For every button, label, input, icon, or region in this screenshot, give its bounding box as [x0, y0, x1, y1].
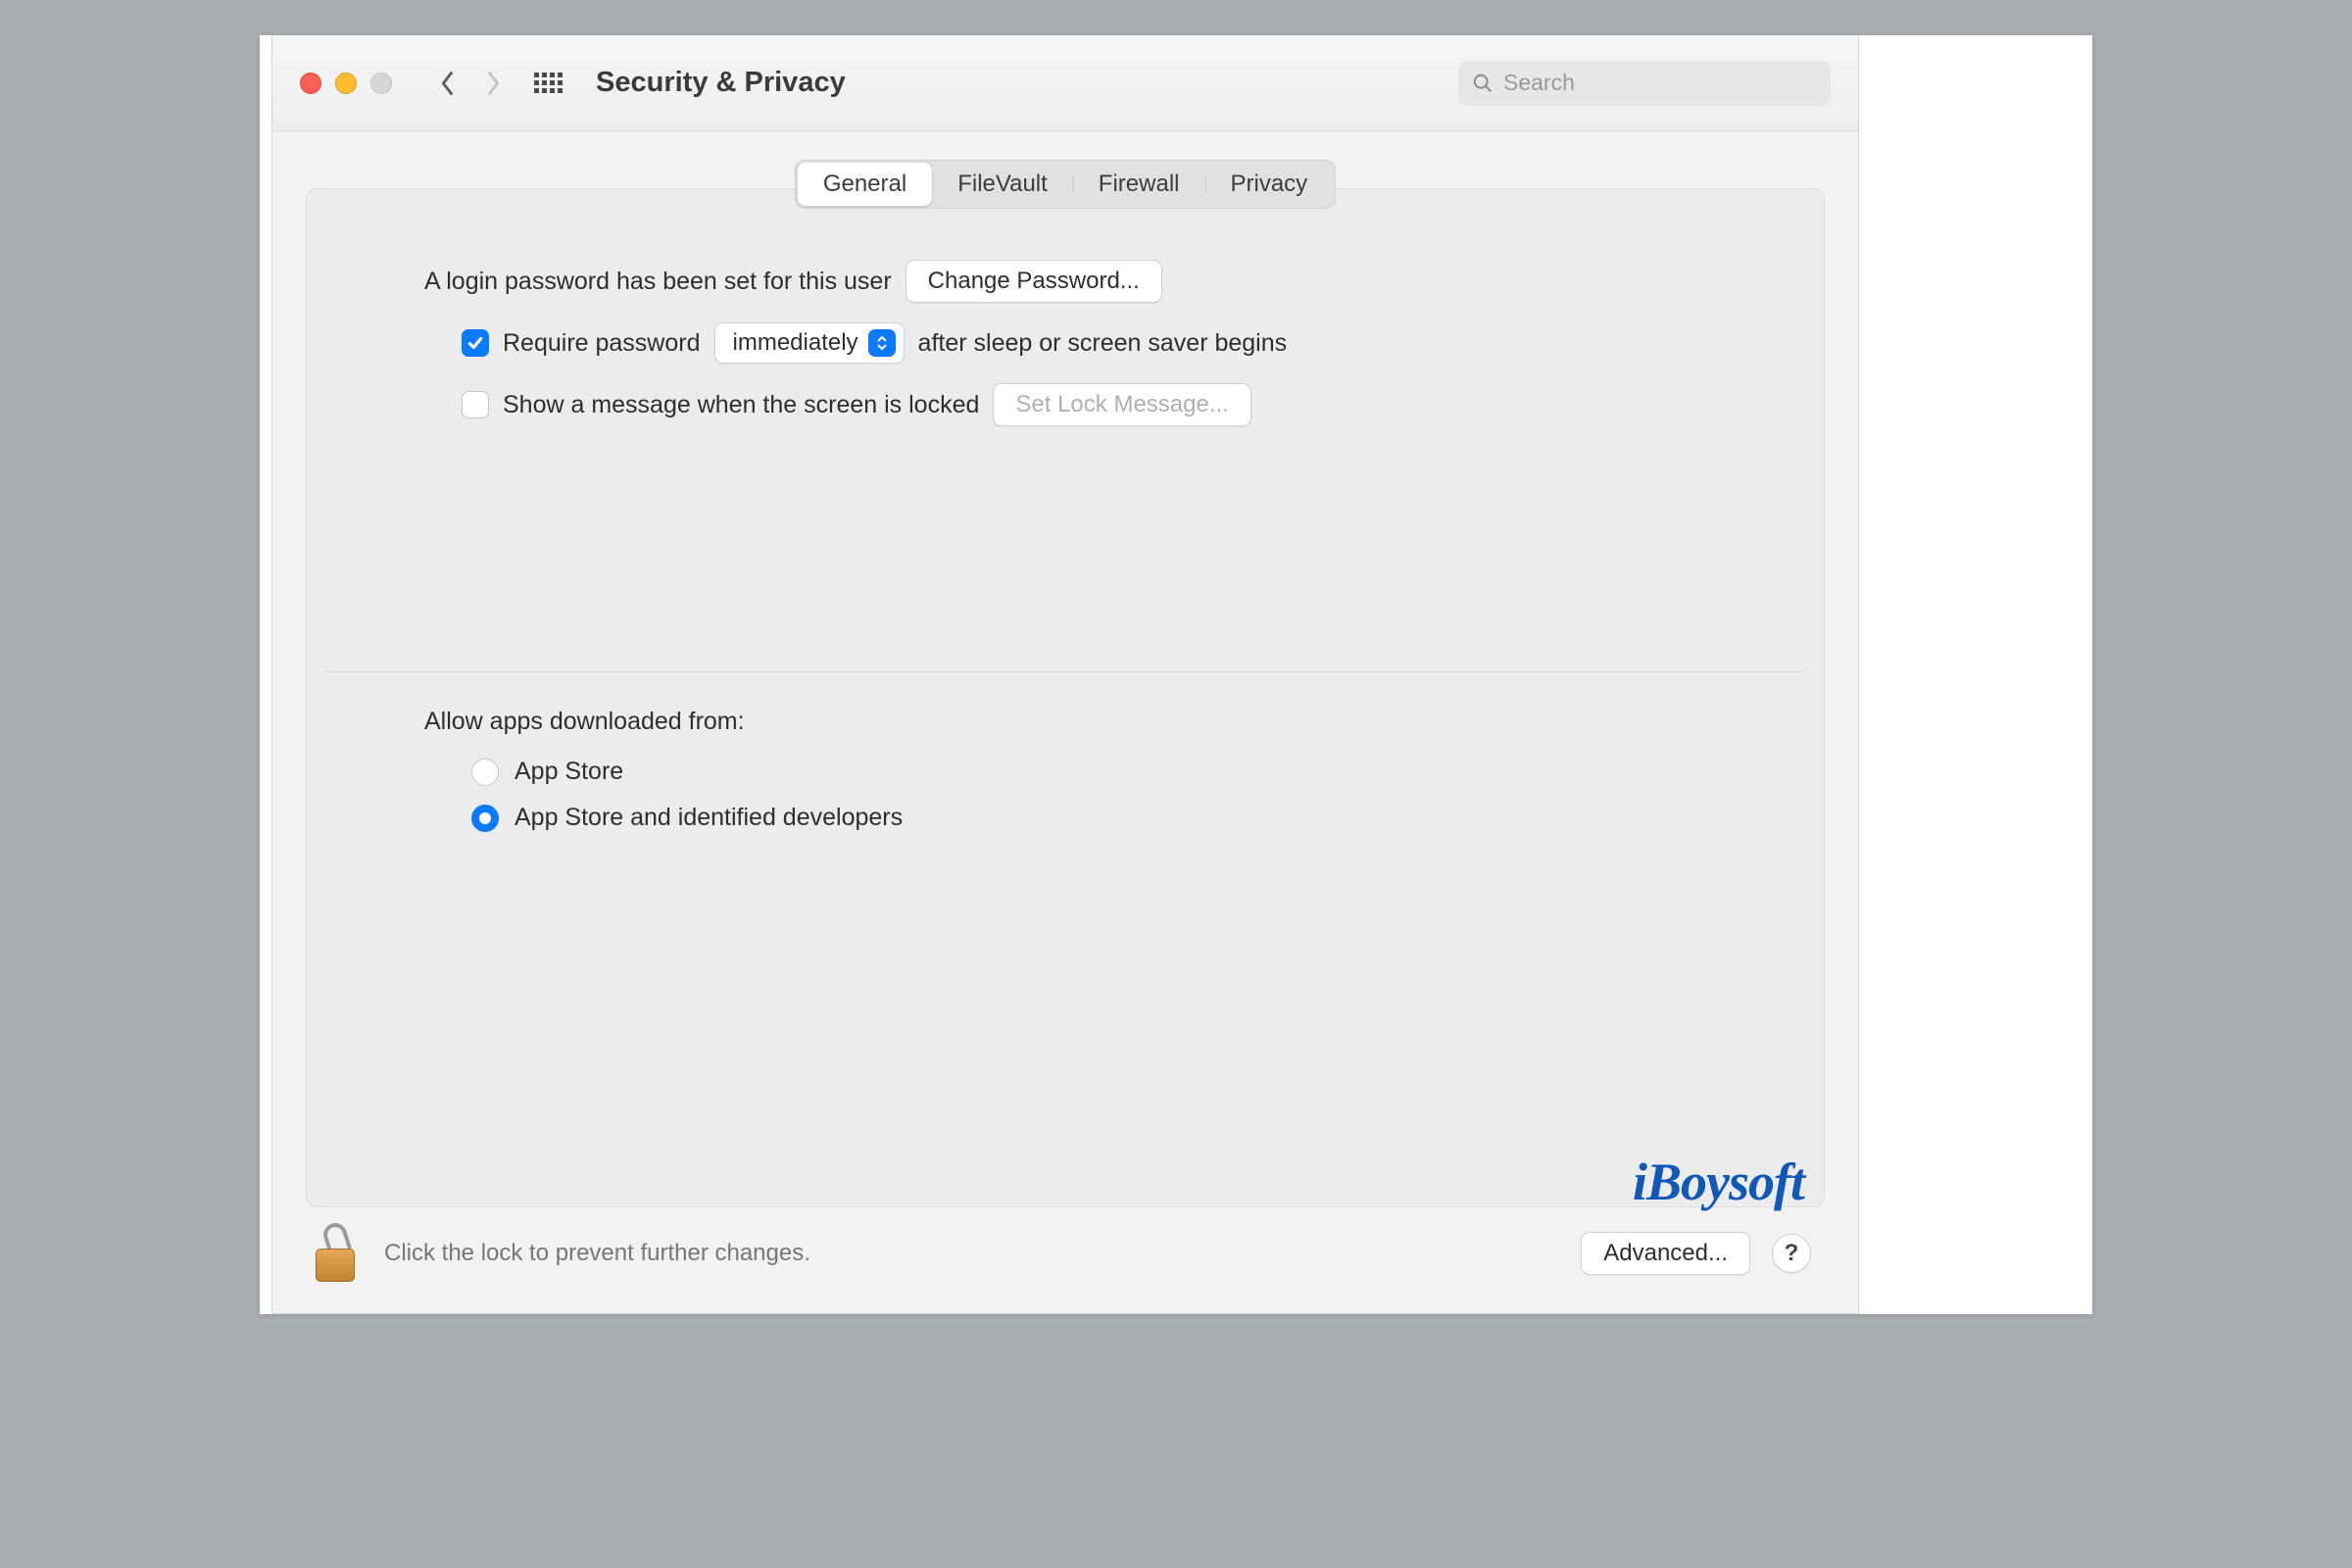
- show-message-label: Show a message when the screen is locked: [503, 391, 979, 419]
- footer: Click the lock to prevent further change…: [272, 1207, 1858, 1313]
- set-lock-message-button[interactable]: Set Lock Message...: [993, 383, 1250, 426]
- system-preferences-window: Security & Privacy General FileVault Fir…: [271, 35, 1859, 1314]
- close-button[interactable]: [300, 73, 321, 94]
- radio-identified-developers[interactable]: [471, 805, 499, 832]
- main-area: General FileVault Firewall Privacy A log…: [272, 131, 1858, 1207]
- traffic-lights: [300, 73, 392, 94]
- watermark: iBoysoft: [1633, 1152, 1804, 1212]
- search-field[interactable]: [1458, 61, 1831, 106]
- allow-apps-label: Allow apps downloaded from:: [424, 708, 1765, 736]
- radio-identified-label: App Store and identified developers: [514, 804, 903, 832]
- password-set-row: A login password has been set for this u…: [424, 260, 1765, 303]
- tab-general[interactable]: General: [798, 163, 932, 206]
- maximize-button[interactable]: [370, 73, 392, 94]
- radio-app-store-label: App Store: [514, 758, 623, 786]
- tab-firewall[interactable]: Firewall: [1073, 163, 1205, 206]
- lock-icon[interactable]: [312, 1225, 363, 1282]
- panel: General FileVault Firewall Privacy A log…: [306, 188, 1825, 1207]
- allow-apps-section: Allow apps downloaded from: App Store Ap…: [307, 672, 1824, 832]
- dropdown-value: immediately: [733, 329, 858, 357]
- login-section: A login password has been set for this u…: [307, 189, 1824, 426]
- show-message-checkbox[interactable]: [462, 391, 489, 418]
- radio-app-store-row: App Store: [424, 758, 1765, 786]
- tab-filevault[interactable]: FileVault: [932, 163, 1073, 206]
- search-icon: [1472, 73, 1494, 94]
- back-button[interactable]: [433, 64, 463, 103]
- require-password-checkbox[interactable]: [462, 329, 489, 357]
- show-all-button[interactable]: [533, 69, 563, 98]
- chevron-up-down-icon: [868, 329, 896, 357]
- help-button[interactable]: ?: [1772, 1234, 1811, 1273]
- lock-hint-label: Click the lock to prevent further change…: [384, 1240, 1559, 1267]
- minimize-button[interactable]: [335, 73, 357, 94]
- outer-frame: Security & Privacy General FileVault Fir…: [260, 35, 2092, 1314]
- toolbar: Security & Privacy: [272, 35, 1858, 131]
- show-message-row: Show a message when the screen is locked…: [424, 383, 1765, 426]
- change-password-button[interactable]: Change Password...: [906, 260, 1162, 303]
- password-set-label: A login password has been set for this u…: [424, 268, 892, 296]
- radio-identified-row: App Store and identified developers: [424, 804, 1765, 832]
- after-sleep-label: after sleep or screen saver begins: [918, 329, 1288, 358]
- require-password-label: Require password: [503, 329, 701, 358]
- password-delay-dropdown[interactable]: immediately: [714, 322, 905, 364]
- advanced-button[interactable]: Advanced...: [1581, 1232, 1750, 1275]
- radio-app-store[interactable]: [471, 759, 499, 786]
- window-title: Security & Privacy: [596, 67, 1443, 99]
- tabs: General FileVault Firewall Privacy: [795, 160, 1336, 209]
- tab-privacy[interactable]: Privacy: [1204, 163, 1333, 206]
- grid-icon: [534, 73, 563, 93]
- search-input[interactable]: [1503, 70, 1817, 96]
- forward-button[interactable]: [478, 64, 508, 103]
- require-password-row: Require password immediately after sleep…: [424, 322, 1765, 364]
